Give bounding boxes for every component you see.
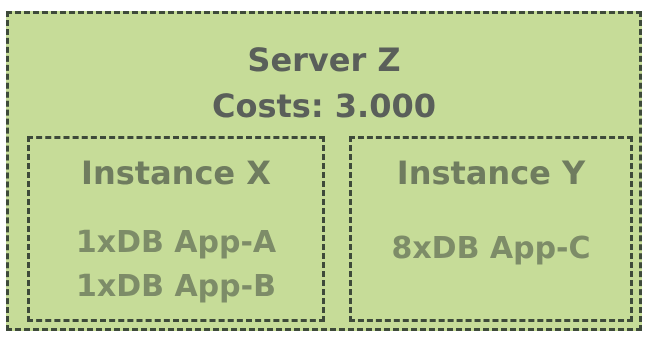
instance-y-box: Instance Y 8xDB App-C	[349, 136, 633, 322]
instance-x-title: Instance X	[81, 154, 271, 192]
instance-x-box: Instance X 1xDB App-A 1xDB App-B	[27, 136, 325, 322]
server-box: Server Z Costs: 3.000 Instance X 1xDB Ap…	[6, 11, 642, 331]
server-costs: Costs: 3.000	[211, 87, 436, 125]
server-name: Server Z	[247, 41, 401, 79]
instance-y-app-list: 8xDB App-C	[352, 227, 630, 271]
app-entry: 1xDB App-B	[76, 269, 276, 304]
app-entry: 8xDB App-C	[391, 231, 591, 266]
instance-y-title: Instance Y	[396, 154, 586, 192]
app-entry: 1xDB App-A	[75, 225, 277, 260]
instance-x-app-list: 1xDB App-A 1xDB App-B	[30, 221, 322, 309]
